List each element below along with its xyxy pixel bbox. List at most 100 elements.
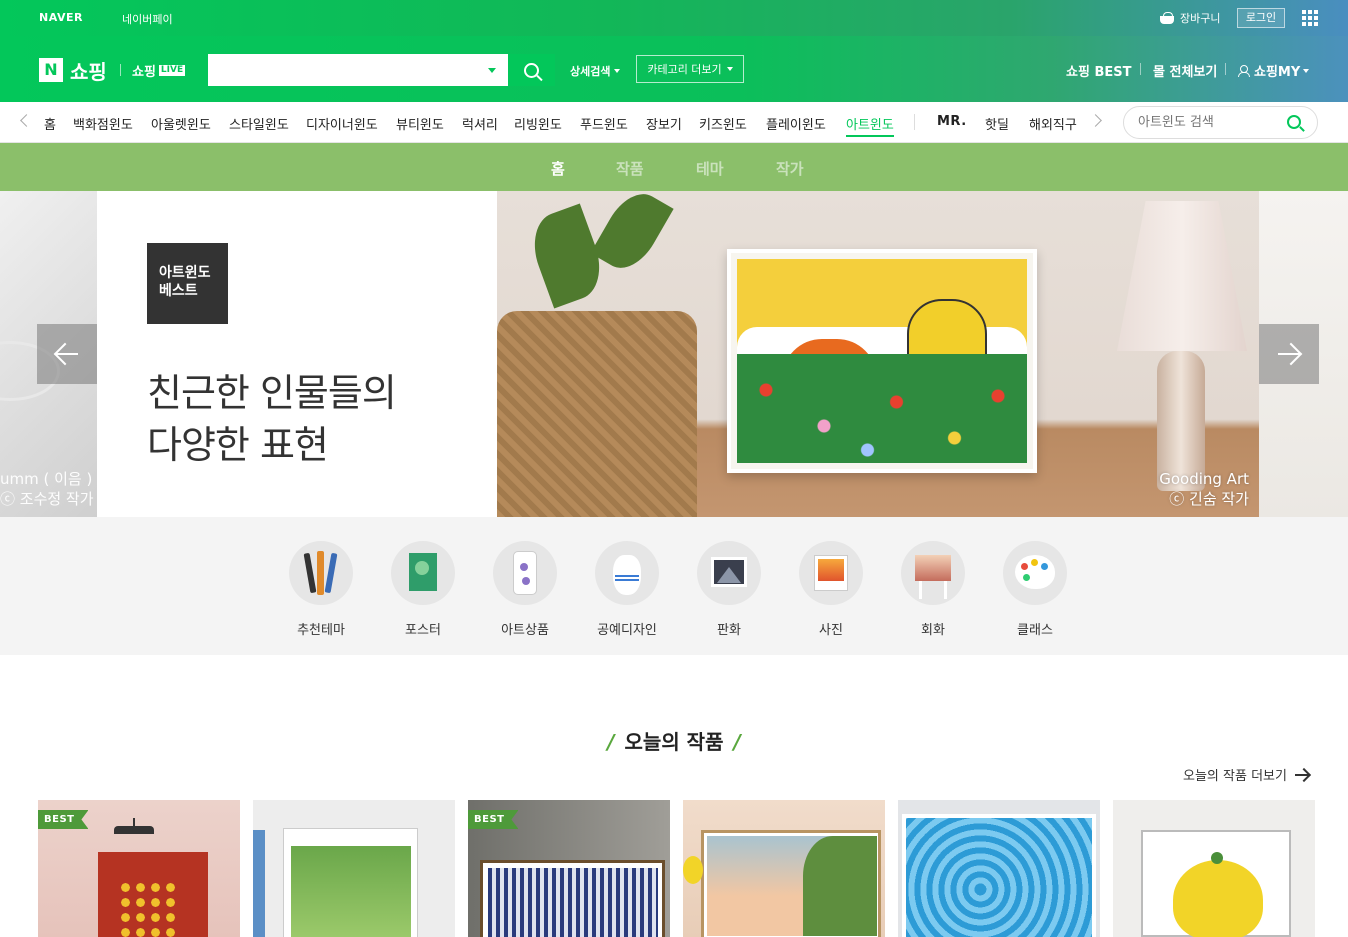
- tab-artist[interactable]: 작가: [776, 158, 804, 179]
- art-search-input[interactable]: [1138, 107, 1288, 138]
- tab-works[interactable]: 작품: [616, 158, 644, 179]
- hero-caption-line2: ⓒ 긴숨 작가: [1169, 490, 1249, 508]
- cart-link[interactable]: 장바구니: [1159, 10, 1220, 26]
- catnav-item-style[interactable]: 스타일윈도: [229, 114, 289, 133]
- login-button[interactable]: 로그인: [1237, 8, 1285, 28]
- category-label: 클래스: [1017, 623, 1053, 638]
- category-label: 포스터: [405, 623, 441, 638]
- arrow-left-icon: [56, 353, 78, 355]
- hero-caption: Gooding Art ⓒ 긴숨 작가: [1159, 469, 1249, 509]
- chevron-down-icon: [1303, 68, 1310, 73]
- search-icon: [524, 62, 539, 78]
- artwork-card[interactable]: BEST: [38, 800, 240, 937]
- shopping-logo-text[interactable]: 쇼핑: [70, 56, 107, 85]
- catnav-item-living[interactable]: 리빙윈도: [514, 114, 562, 133]
- search-icon[interactable]: [1287, 115, 1301, 129]
- catnav-item-designer[interactable]: 디자이너윈도: [306, 114, 378, 133]
- search-input[interactable]: [210, 56, 480, 84]
- npay-link[interactable]: 네이버페이: [105, 11, 173, 824]
- category-label: 추천테마: [297, 623, 345, 638]
- hero-banner: umm ( 이음 ) ⓒ 조수정 작가 아트윈도 베스트 친근한 인물들의 다양…: [0, 191, 1348, 517]
- category-photo[interactable]: 사진: [799, 541, 863, 638]
- catnav-item-home[interactable]: 홈: [44, 114, 56, 133]
- category-craft-design[interactable]: 공예디자인: [595, 541, 659, 638]
- today-works-more-link[interactable]: 오늘의 작품 더보기: [1183, 765, 1309, 784]
- category-art-goods[interactable]: 아트상품: [493, 541, 557, 638]
- basket-image: [497, 311, 697, 517]
- header-divider: [1140, 63, 1141, 75]
- leaf-image: [590, 191, 674, 279]
- previous-caption-line1: umm ( 이음 ): [0, 470, 93, 488]
- naver-logo[interactable]: N: [39, 58, 63, 82]
- catnav-item-grocery[interactable]: 장보기: [646, 114, 682, 133]
- hero-next-button[interactable]: [1259, 324, 1319, 384]
- catnav-item-hotdeal[interactable]: 핫딜: [985, 114, 1009, 133]
- header: N 쇼핑 쇼핑 LIVE 상세검색 카테고리 더보기 쇼핑 BEST 몰 전체보…: [0, 36, 1348, 102]
- category-label: 사진: [819, 623, 843, 638]
- naver-link[interactable]: NAVER: [39, 11, 83, 24]
- phonecase-icon: [493, 541, 557, 605]
- category-nav: 홈 백화점윈도 아울렛윈도 스타일윈도 디자이너윈도 뷰티윈도 럭셔리 리빙윈도…: [0, 102, 1348, 143]
- category-label: 공예디자인: [597, 623, 657, 638]
- category-more-button[interactable]: 카테고리 더보기: [636, 55, 744, 83]
- lamp-image: [1117, 201, 1247, 351]
- chevron-right-icon[interactable]: [1089, 114, 1102, 127]
- category-label: 아트상품: [501, 623, 549, 638]
- live-badge: LIVE: [158, 65, 186, 76]
- art-search-box: [1123, 106, 1318, 139]
- search-button[interactable]: [508, 54, 555, 86]
- catnav-item-art[interactable]: 아트윈도: [846, 114, 894, 137]
- best-badge: BEST: [468, 810, 519, 829]
- catnav-item-outlet[interactable]: 아울렛윈도: [151, 114, 211, 133]
- grid-icon[interactable]: [1302, 10, 1318, 26]
- catnav-item-overseas[interactable]: 해외직구: [1029, 114, 1077, 133]
- hero-badge-line1: 아트윈도: [159, 265, 211, 281]
- user-icon: [1238, 65, 1250, 77]
- catnav-item-beauty[interactable]: 뷰티윈도: [396, 114, 444, 133]
- chevron-down-icon: [726, 67, 733, 71]
- hero-image[interactable]: Gooding Art ⓒ 긴숨 작가: [497, 191, 1259, 517]
- search-dropdown-icon[interactable]: [488, 68, 496, 73]
- slash-decoration: /: [733, 730, 741, 754]
- previous-slide-caption: umm ( 이음 ) ⓒ 조수정 작가: [0, 469, 94, 509]
- tab-theme[interactable]: 테마: [696, 158, 724, 179]
- category-poster[interactable]: 포스터: [391, 541, 455, 638]
- category-icons: 추천테마 포스터 아트상품 공예디자인 판화 사진 회화 클래스: [0, 517, 1348, 655]
- today-works-title: 오늘의 작품: [624, 730, 724, 754]
- catnav-item-kids[interactable]: 키즈윈도: [699, 114, 747, 133]
- catnav-item-luxury[interactable]: 럭셔리: [462, 114, 498, 133]
- detail-search-button[interactable]: 상세검색: [570, 63, 621, 79]
- arrow-right-icon: [1294, 773, 1309, 776]
- slash-decoration: /: [607, 730, 615, 754]
- shopping-best-link[interactable]: 쇼핑 BEST: [1066, 61, 1131, 80]
- artwork-card[interactable]: [1113, 800, 1315, 937]
- category-more-label: 카테고리 더보기: [647, 63, 722, 76]
- category-class[interactable]: 클래스: [1003, 541, 1067, 638]
- artwork-card[interactable]: [683, 800, 885, 937]
- shopping-my-label: 쇼핑MY: [1254, 65, 1301, 80]
- category-painting[interactable]: 회화: [901, 541, 965, 638]
- shopping-my-link[interactable]: 쇼핑MY: [1238, 61, 1310, 80]
- hero-badge: 아트윈도 베스트: [147, 243, 228, 324]
- today-works-heading: / 오늘의 작품 /: [0, 726, 1348, 755]
- all-malls-link[interactable]: 몰 전체보기: [1153, 61, 1217, 80]
- artwork-card[interactable]: [253, 800, 455, 937]
- category-label: 회화: [921, 623, 945, 638]
- header-divider: [1225, 63, 1226, 75]
- photo-icon: [799, 541, 863, 605]
- hero-prev-button[interactable]: [37, 324, 97, 384]
- chevron-left-icon[interactable]: [20, 114, 33, 127]
- hero-title[interactable]: 친근한 인물들의 다양한 표현: [147, 367, 397, 471]
- category-recommended-theme[interactable]: 추천테마: [289, 541, 353, 638]
- logo-divider: [120, 64, 121, 76]
- artwork-card[interactable]: [898, 800, 1100, 937]
- catnav-item-department[interactable]: 백화점윈도: [73, 114, 133, 133]
- catnav-item-mr[interactable]: MR.: [937, 114, 967, 129]
- catnav-item-food[interactable]: 푸드윈도: [580, 114, 628, 133]
- vase-icon: [595, 541, 659, 605]
- tab-home[interactable]: 홈: [551, 158, 565, 179]
- category-print[interactable]: 판화: [697, 541, 761, 638]
- shopping-live-link[interactable]: 쇼핑 LIVE: [132, 61, 186, 80]
- catnav-item-play[interactable]: 플레이윈도: [766, 114, 826, 133]
- artwork-card[interactable]: BEST: [468, 800, 670, 937]
